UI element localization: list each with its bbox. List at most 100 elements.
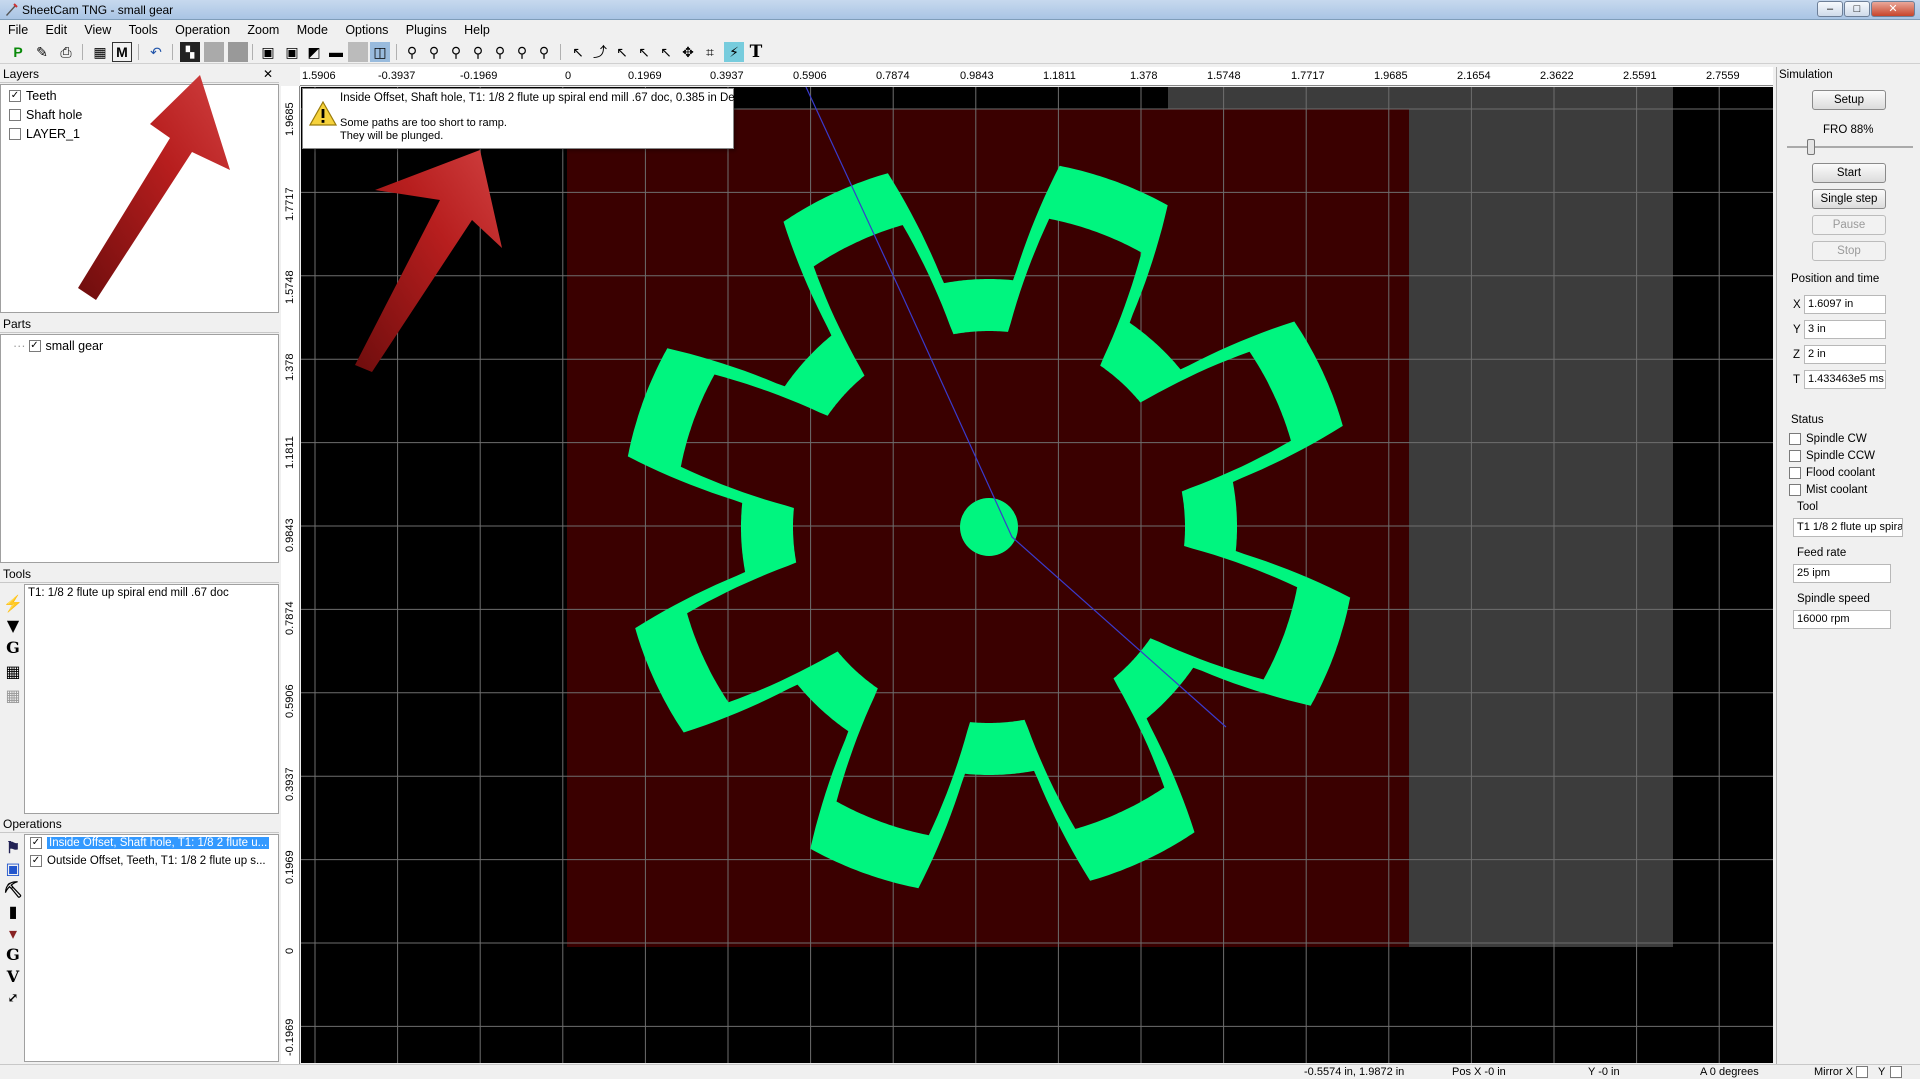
window-title: SheetCam TNG - small gear	[22, 3, 174, 17]
text-tool-icon[interactable]: T	[746, 42, 766, 62]
fro-slider-track[interactable]	[1787, 146, 1913, 148]
warning-line1: Some paths are too short to ramp.	[340, 117, 507, 129]
app-icon	[6, 3, 18, 16]
maximize-button[interactable]: □	[1844, 1, 1870, 17]
stop-button[interactable]: Stop	[1812, 241, 1886, 261]
menu-options[interactable]: Options	[337, 20, 394, 37]
show-rapids-icon[interactable]: ▬	[326, 42, 346, 62]
vcarve-op-icon[interactable]: V	[4, 967, 22, 986]
menu-zoom[interactable]: Zoom	[239, 20, 285, 37]
operations-list: ✓ Inside Offset, Shaft hole, T1: 1/8 2 f…	[24, 834, 279, 1062]
tool-item-t1[interactable]: T1: 1/8 2 flute up spiral end mill .67 d…	[28, 587, 229, 599]
tool-field: T1 1/8 2 flute up spira	[1793, 518, 1903, 537]
single-step-button[interactable]: Single step	[1812, 189, 1886, 209]
select-curve-icon[interactable]: ↖	[656, 42, 676, 62]
part-checkbox-small-gear[interactable]: ✓	[28, 340, 41, 352]
gcode-op-icon[interactable]: G	[4, 945, 22, 964]
view-fill-icon[interactable]: ▣	[282, 42, 302, 62]
post-process-icon[interactable]: P	[8, 42, 28, 62]
flood-coolant-status: Flood coolant	[1789, 467, 1875, 479]
pause-button[interactable]: Pause	[1812, 215, 1886, 235]
drill-tool-icon[interactable]: ▼	[4, 616, 22, 635]
menu-tools[interactable]: Tools	[121, 20, 164, 37]
spindle-cw-status: Spindle CW	[1789, 433, 1867, 445]
warning-title: Inside Offset, Shaft hole, T1: 1/8 2 flu…	[340, 92, 748, 104]
close-panel-icon[interactable]: ✕	[263, 67, 273, 82]
start-button[interactable]: Start	[1812, 163, 1886, 183]
menu-operation[interactable]: Operation	[167, 20, 236, 37]
zoom-in-icon[interactable]: ⚲	[424, 42, 444, 62]
show-toolpath-icon[interactable]: ◩	[304, 42, 324, 62]
zoom-window-icon[interactable]: ⚲	[490, 42, 510, 62]
setup-button[interactable]: Setup	[1812, 90, 1886, 110]
spiral-tool-icon[interactable]: ⚡	[3, 594, 23, 613]
select-point-icon[interactable]: ↖	[634, 42, 654, 62]
pocket-op-icon[interactable]: ▣	[4, 859, 22, 878]
ruler-tick: 1.378	[284, 353, 296, 381]
menu-help[interactable]: Help	[456, 20, 496, 37]
outline-op-icon[interactable]: ⚑	[4, 838, 22, 857]
plunge-op-icon[interactable]: ▾	[4, 924, 22, 943]
library-tool-icon[interactable]: ▦	[4, 686, 22, 705]
layer-checkbox-shaft-hole[interactable]	[9, 109, 21, 121]
layer-checkbox-layer1[interactable]	[9, 128, 21, 140]
menu-plugins[interactable]: Plugins	[398, 20, 453, 37]
gcode-tool-icon[interactable]: G	[4, 638, 22, 657]
drill-op-icon[interactable]: ⛏	[3, 880, 23, 899]
view-stock-icon[interactable]	[228, 42, 248, 62]
tools-list: T1: 1/8 2 flute up spiral end mill .67 d…	[24, 584, 279, 814]
part-small-gear[interactable]: ··· ✓ small gear	[13, 339, 103, 353]
view-material-icon[interactable]	[204, 42, 224, 62]
operation-inside-offset[interactable]: ✓ Inside Offset, Shaft hole, T1: 1/8 2 f…	[30, 837, 270, 849]
layer-checkbox-teeth[interactable]: ✓	[9, 90, 21, 102]
crop-icon[interactable]: ⌗	[700, 42, 720, 62]
mirror-x-checkbox[interactable]	[1856, 1066, 1868, 1078]
view-outline-icon[interactable]: ▣	[258, 42, 278, 62]
select-start-icon[interactable]: ⤴	[590, 42, 610, 62]
zoom-next-icon[interactable]: ⚲	[534, 42, 554, 62]
move-icon[interactable]: ✥	[678, 42, 698, 62]
menu-file[interactable]: File	[0, 20, 34, 37]
print-icon[interactable]: ⎙	[56, 42, 76, 62]
mirror-y-checkbox[interactable]	[1890, 1066, 1902, 1078]
move-op-icon[interactable]: ⤢	[4, 989, 22, 1007]
drawing-canvas[interactable]	[301, 87, 1773, 1063]
fro-slider-thumb[interactable]	[1807, 139, 1816, 155]
zoom-out-icon[interactable]: ⚲	[446, 42, 466, 62]
warning-line2: They will be plunged.	[340, 130, 444, 142]
undo-icon[interactable]: ↶	[146, 42, 166, 62]
show-grid-icon[interactable]	[348, 42, 368, 62]
ruler-tick: -0.1969	[460, 70, 498, 82]
ruler-tick: 0.3937	[710, 70, 744, 82]
menu-view[interactable]: View	[76, 20, 117, 37]
minimize-button[interactable]: –	[1817, 1, 1843, 17]
zoom-prev-icon[interactable]: ⚲	[512, 42, 532, 62]
zoom-part-icon[interactable]: ⚲	[468, 42, 488, 62]
menu-edit[interactable]: Edit	[38, 20, 74, 37]
feed-rate-field: 25 ipm	[1793, 564, 1891, 583]
tap-op-icon[interactable]: ▮	[4, 902, 22, 921]
select-path-icon[interactable]: ↖	[612, 42, 632, 62]
lightning-icon[interactable]: ⚡	[724, 42, 744, 62]
operation-checkbox-outside[interactable]: ✓	[30, 855, 42, 867]
layer-teeth[interactable]: ✓ Teeth	[9, 89, 57, 103]
machine-icon[interactable]: M	[112, 42, 132, 62]
layer-layer1[interactable]: LAYER_1	[9, 127, 80, 141]
table-tool-icon[interactable]: ▦	[4, 662, 22, 681]
ruler-tick: 2.1654	[1457, 70, 1491, 82]
select-pointer-icon[interactable]: ↖	[568, 42, 588, 62]
menu-bar: File Edit View Tools Operation Zoom Mode…	[0, 20, 1920, 40]
operation-outside-offset[interactable]: ✓ Outside Offset, Teeth, T1: 1/8 2 flute…	[30, 855, 266, 867]
operation-checkbox-inside[interactable]: ✓	[30, 837, 42, 849]
zoom-all-icon[interactable]: ⚲	[402, 42, 422, 62]
layer-shaft-hole[interactable]: Shaft hole	[9, 108, 82, 122]
grid-icon[interactable]: ▦	[90, 42, 110, 62]
t-label: T	[1793, 374, 1801, 386]
show-paths-icon[interactable]: ◫	[370, 42, 390, 62]
close-window-button[interactable]: ✕	[1871, 1, 1915, 17]
edit-code-icon[interactable]: ✎	[32, 42, 52, 62]
status-title: Status	[1791, 414, 1824, 426]
menu-mode[interactable]: Mode	[289, 20, 334, 37]
view-shaded-icon[interactable]: ▚	[180, 42, 200, 62]
operations-title: Operations	[3, 817, 62, 831]
